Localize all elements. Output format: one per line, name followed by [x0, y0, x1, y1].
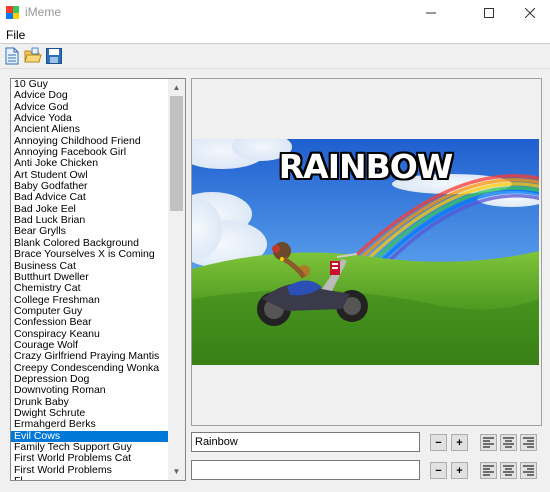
minimize-icon: [426, 12, 436, 14]
list-item[interactable]: Family Tech Support Guy: [11, 442, 168, 453]
toolbar: [0, 44, 550, 69]
list-item[interactable]: Evil Cows: [11, 430, 168, 442]
scroll-down-arrow-icon[interactable]: ▼: [168, 463, 185, 480]
align-left-icon: [483, 465, 494, 476]
list-item[interactable]: Business Cat: [11, 261, 168, 272]
list-item[interactable]: Advice God: [11, 102, 168, 113]
scroll-up-arrow-icon[interactable]: ▲: [168, 79, 185, 96]
list-item[interactable]: Anti Joke Chicken: [11, 158, 168, 169]
menu-file[interactable]: File: [6, 28, 25, 42]
menu-bar: File: [0, 26, 550, 44]
list-item[interactable]: Downvoting Roman: [11, 385, 168, 396]
list-item[interactable]: College Freshman: [11, 295, 168, 306]
list-item[interactable]: Ancient Aliens: [11, 124, 168, 135]
list-item[interactable]: Chemistry Cat: [11, 283, 168, 294]
list-item[interactable]: Annoying Childhood Friend: [11, 136, 168, 147]
maximize-icon: [484, 8, 494, 18]
list-item[interactable]: Bad Luck Brian: [11, 215, 168, 226]
list-item[interactable]: Bad Advice Cat: [11, 192, 168, 203]
list-item[interactable]: Ermahgerd Berks: [11, 419, 168, 430]
list-item[interactable]: First World Problems Cat: [11, 453, 168, 464]
top-align-right-button[interactable]: [520, 434, 537, 451]
align-right-icon: [523, 465, 534, 476]
bottom-align-right-button[interactable]: [520, 462, 537, 479]
list-item[interactable]: Advice Yoda: [11, 113, 168, 124]
top-text-font-decrease-button[interactable]: −: [430, 434, 447, 451]
maximize-button[interactable]: [472, 0, 506, 26]
top-text-font-increase-button[interactable]: +: [451, 434, 468, 451]
list-item[interactable]: Confession Bear: [11, 317, 168, 328]
list-item[interactable]: Butthurt Dweller: [11, 272, 168, 283]
list-item[interactable]: Courage Wolf: [11, 340, 168, 351]
align-center-icon: [503, 437, 514, 448]
meme-preview-panel: RAINBOW: [172, 78, 547, 426]
bottom-text-font-increase-button[interactable]: +: [451, 462, 468, 479]
align-left-icon: [483, 437, 494, 448]
list-item[interactable]: Dwight Schrute: [11, 408, 168, 419]
list-scrollbar[interactable]: ▲ ▼: [168, 79, 185, 480]
list-item[interactable]: Bear Grylls: [11, 226, 168, 237]
save-disk-icon: [46, 48, 62, 64]
list-item[interactable]: Computer Guy: [11, 306, 168, 317]
meme-listbox[interactable]: 10 Guy Advice Dog Advice God Advice Yoda Anc…: [10, 78, 186, 481]
list-item[interactable]: 10 Guy: [11, 79, 168, 90]
align-center-icon: [503, 465, 514, 476]
list-item[interactable]: Conspiracy Keanu: [11, 329, 168, 340]
top-align-center-button[interactable]: [500, 434, 517, 451]
list-item[interactable]: Brace Yourselves X is Coming: [11, 249, 168, 260]
save-button[interactable]: [45, 47, 63, 65]
meme-list: 10 Guy Advice Dog Advice God Advice Yoda Anc…: [11, 79, 168, 480]
top-text-input[interactable]: Rainbow: [191, 432, 420, 452]
list-item[interactable]: Baby Godfather: [11, 181, 168, 192]
meme-preview-image: RAINBOW: [172, 133, 547, 365]
align-right-icon: [523, 437, 534, 448]
new-button[interactable]: [3, 47, 21, 65]
title-bar: iMeme: [0, 0, 550, 26]
top-align-left-button[interactable]: [480, 434, 497, 451]
bottom-align-center-button[interactable]: [500, 462, 517, 479]
imeme-app-icon: [6, 6, 19, 19]
list-item[interactable]: Art Student Owl: [11, 170, 168, 181]
open-folder-icon: [24, 47, 42, 63]
bottom-text-input[interactable]: [191, 460, 420, 480]
list-item[interactable]: Blank Colored Background: [11, 238, 168, 249]
open-button[interactable]: [24, 47, 42, 65]
list-item[interactable]: Bad Joke Eel: [11, 204, 168, 215]
close-icon: [525, 8, 535, 18]
minimize-button[interactable]: [414, 0, 448, 26]
list-item[interactable]: Annoying Facebook Girl: [11, 147, 168, 158]
list-item[interactable]: Fl...: [11, 476, 168, 480]
close-button[interactable]: [513, 0, 547, 26]
list-item[interactable]: Crazy Girlfriend Praying Mantis: [11, 351, 168, 362]
scroll-thumb[interactable]: [170, 96, 183, 211]
list-item[interactable]: Creepy Condescending Wonka: [11, 363, 168, 374]
list-item[interactable]: Depression Dog: [11, 374, 168, 385]
list-item[interactable]: Drunk Baby: [11, 397, 168, 408]
bottom-align-left-button[interactable]: [480, 462, 497, 479]
list-item[interactable]: Advice Dog: [11, 90, 168, 101]
meme-caption-text: RAINBOW: [278, 147, 453, 186]
window-title: iMeme: [25, 5, 62, 19]
new-document-icon: [5, 47, 19, 65]
list-item[interactable]: First World Problems: [11, 465, 168, 476]
bottom-text-font-decrease-button[interactable]: −: [430, 462, 447, 479]
